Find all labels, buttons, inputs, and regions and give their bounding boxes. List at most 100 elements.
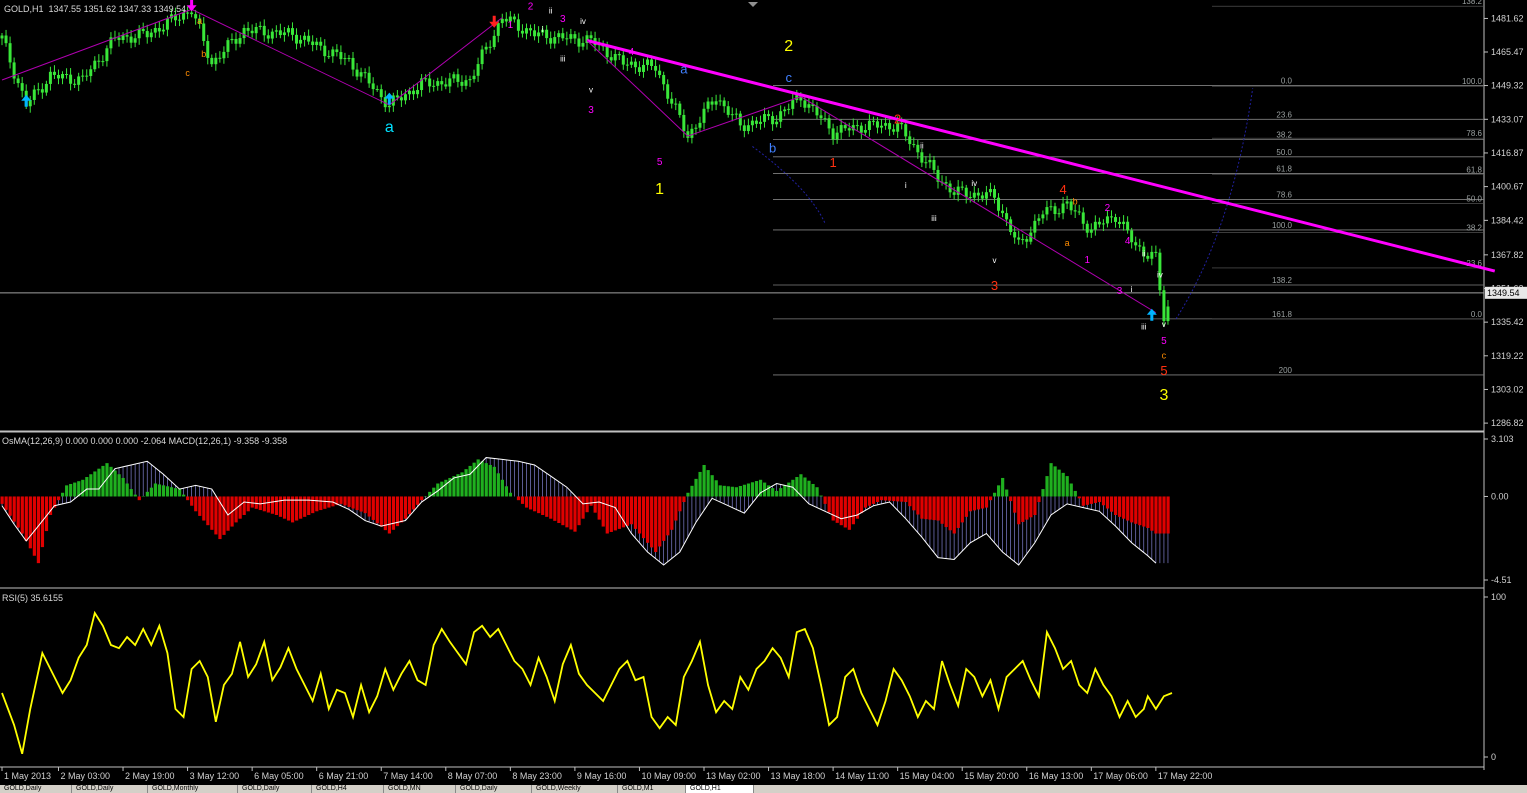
candle-body [629,61,633,65]
osma-bar [61,492,65,497]
tab-4[interactable]: GOLD,Daily [238,785,312,793]
wave-label: iv [971,179,977,188]
osma-bar [690,485,694,497]
time-tick-label: 9 May 16:00 [577,771,627,781]
candle-body [1033,220,1037,233]
wave-label: 1 [655,181,664,198]
tab-5[interactable]: GOLD,H4 [312,785,384,793]
candle-body [956,186,960,195]
candle-body [944,182,948,184]
osma-bar [601,496,605,527]
osma-bar [1041,489,1045,497]
candle-body [1162,290,1166,322]
osma-bar [710,475,714,497]
osma-bar [1049,463,1053,497]
candle-body [928,159,932,163]
osma-bar [24,496,28,541]
osma-tick-label: 3.103 [1491,434,1514,444]
price-tick-label: 1416.87 [1491,148,1524,158]
fib-level-label: 61.8 [1276,164,1292,173]
wave-label: ii [549,7,553,16]
osma-bar [508,492,513,497]
candle-body [460,81,464,86]
tab-6[interactable]: GOLD,MN [384,785,456,793]
candle-body [1097,221,1101,225]
osma-bar [93,471,97,497]
fib-level-label: 200 [1279,366,1293,375]
candle-body [682,114,686,132]
osma-bar [565,496,569,528]
osma-bar [69,483,73,497]
tab-2[interactable]: GOLD,Daily [72,785,148,793]
tab-9[interactable]: GOLD,M1 [618,785,686,793]
wave-label: 5 [1161,336,1167,347]
candle-body [258,25,262,27]
price-tick-label: 1433.07 [1491,114,1524,124]
tab-8[interactable]: GOLD,Weekly [532,785,618,793]
osma-bar [916,496,920,515]
tab-10[interactable]: GOLD,H1 [686,785,754,793]
candle-body [617,53,621,56]
candle-body [1061,203,1065,214]
candle-body [1081,212,1085,224]
candle-body [976,192,980,196]
candle-body [149,32,153,38]
candle-body [1150,251,1154,259]
candle-body [407,90,411,95]
candle-body [141,28,145,32]
osma-bar [242,496,246,515]
tab-3[interactable]: GOLD,Monthly [148,785,238,793]
candle-body [121,35,125,41]
osma-bar [686,492,690,497]
trendline-channel-c [800,96,1157,314]
candle-body [133,38,137,43]
osma-bar [178,489,182,497]
candle-body [137,28,141,39]
candle-body [492,35,496,48]
time-tick-label: 6 May 05:00 [254,771,304,781]
time-tick-label: 15 May 20:00 [964,771,1019,781]
candle-body [884,123,888,126]
osma-bar [924,496,928,520]
fib2-level-label: 61.8 [1466,165,1482,174]
osma-bar [254,496,258,509]
candle-body [395,95,399,98]
osma-bar [581,496,585,519]
candle-body [125,35,129,37]
candle-body [625,64,629,66]
wave-label: 3 [991,278,998,293]
price-tick-label: 1367.82 [1491,250,1524,260]
candle-body [278,30,282,36]
wave-label: v [589,85,593,94]
osma-bar [589,496,593,506]
osma-bar [1073,490,1077,497]
osma-bar [992,492,997,497]
osma-bar [972,496,977,511]
chart-canvas[interactable]: 1481.621465.471449.321433.071416.871400.… [0,0,1527,785]
osma-bar [884,496,888,501]
candle-body [758,121,762,124]
osma-bar [16,496,20,528]
price-tick-label: 1465.47 [1491,47,1524,57]
candle-body [827,118,831,129]
osma-bar [779,488,783,497]
osma-bar [754,481,759,497]
candle-body [533,30,537,37]
osma-bar [266,496,270,513]
tab-7[interactable]: GOLD,Daily [456,785,532,793]
osma-bar [371,496,375,520]
time-tick-label: 3 May 12:00 [190,771,240,781]
osma-bar [585,496,589,513]
osma-bar [278,496,283,517]
osma-bar [355,496,359,511]
osma-bar [718,485,722,497]
osma-bar [516,496,521,501]
candle-body [992,189,996,198]
candle-body [1138,245,1142,247]
candle-body [1009,219,1013,233]
candle-body [315,41,319,46]
candle-body [1037,218,1041,221]
tab-1[interactable]: GOLD,Daily [0,785,72,793]
osma-bar [1118,496,1122,517]
candle-body [323,45,327,57]
